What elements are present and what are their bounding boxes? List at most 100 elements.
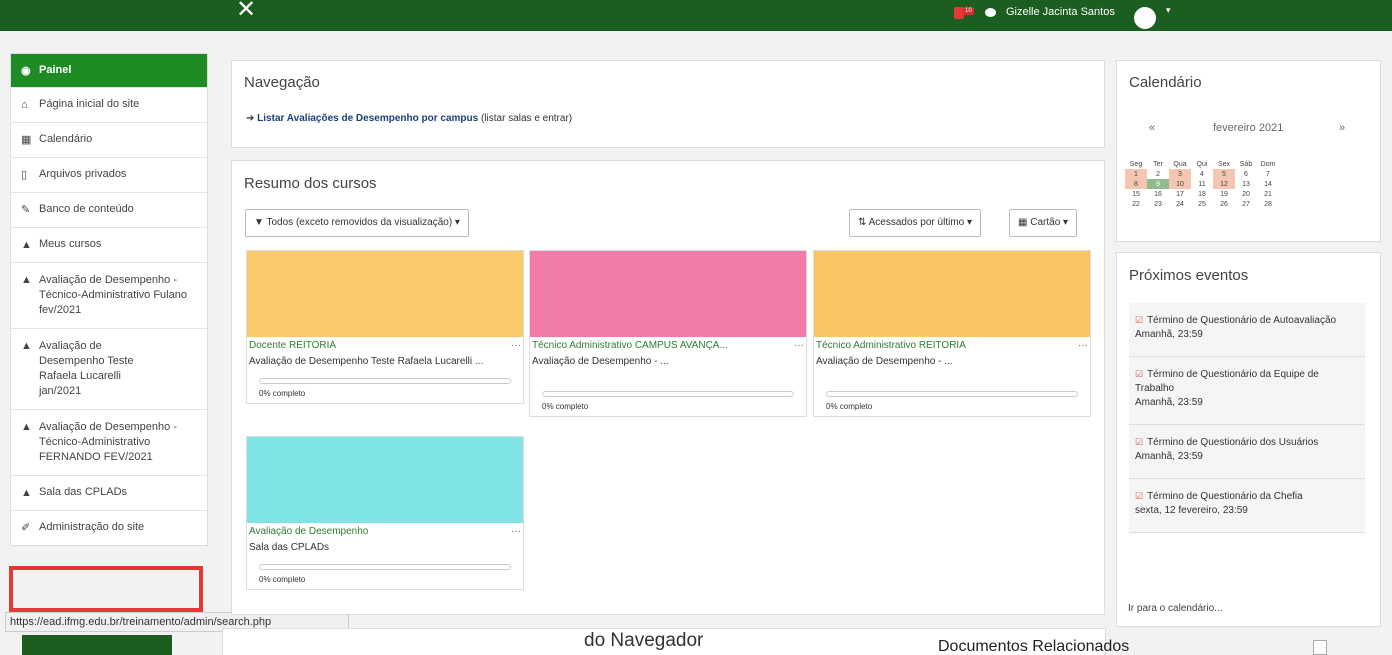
course-category: Técnico Administrativo CAMPUS AVANÇA... — [532, 340, 728, 351]
nav-item-calendar[interactable]: ▦ Calendário — [11, 123, 207, 158]
event-item[interactable]: ☑ Término de Questionário da Chefia sexta… — [1129, 479, 1365, 533]
top-navbar: ✕ 10 Gizelle Jacinta Santos ▾ — [0, 0, 1392, 31]
filter-dropdown[interactable]: ▼ Todos (exceto removidos da visualizaçã… — [245, 209, 469, 237]
event-title[interactable]: Término de Questionário da Chefia — [1147, 491, 1303, 502]
more-icon[interactable]: ··· — [794, 340, 804, 351]
course-card[interactable]: Técnico Administrativo REITORIA ··· Avali… — [813, 250, 1091, 417]
calendar-day[interactable]: 8 — [1125, 179, 1147, 189]
nav-item-content-bank[interactable]: ✎ Banco de conteúdo — [11, 193, 207, 228]
weekday-label: Seg — [1129, 160, 1143, 168]
progress-text: 0% completo — [542, 402, 589, 411]
event-time: Amanhã, 23:59 — [1135, 397, 1203, 408]
link-label[interactable]: Listar Avaliações de Desempenho por camp… — [257, 113, 478, 124]
calendar-day: 20 — [1242, 190, 1250, 198]
sort-dropdown[interactable]: ⇅ Acessados por último ▾ — [849, 209, 982, 237]
calendar-day[interactable]: 10 — [1169, 179, 1191, 189]
chevron-down-icon[interactable]: ▾ — [1166, 5, 1171, 16]
calendar-day: 4 — [1200, 170, 1204, 178]
scrollbar[interactable] — [1313, 640, 1327, 655]
event-time: sexta, 12 fevereiro, 23:59 — [1135, 505, 1248, 516]
more-icon[interactable]: ··· — [1078, 340, 1088, 351]
nav-item-painel[interactable]: ◉ Painel — [11, 54, 207, 88]
course-card[interactable]: Avaliação de Desempenho ··· Sala das CPLA… — [246, 436, 524, 590]
event-item[interactable]: ☑ Término de Questionário dos Usuários Am… — [1129, 425, 1365, 479]
graduation-cap-icon: ▲ — [21, 274, 32, 286]
course-image[interactable] — [247, 437, 523, 523]
calendar-day: 11 — [1198, 180, 1206, 188]
nav-item-course[interactable]: ▲ Sala das CPLADs — [11, 476, 207, 511]
course-image[interactable] — [530, 251, 806, 337]
navigation-link[interactable]: ➔ Listar Avaliações de Desempenho por ca… — [246, 113, 572, 124]
nav-item-label: Sala das CPLADs — [39, 486, 128, 498]
course-name[interactable]: Avaliação de Desempenho - ... — [814, 351, 1090, 372]
calendar-day: 18 — [1198, 190, 1206, 198]
calendar-day: 26 — [1220, 200, 1228, 208]
event-item[interactable]: ☑ Término de Questionário da Equipe de Tr… — [1129, 357, 1365, 425]
sort-label: Acessados por último — [868, 217, 965, 228]
course-name[interactable]: Avaliação de Desempenho Teste Rafaela Lu… — [247, 351, 523, 372]
prev-month-link[interactable]: « — [1149, 122, 1155, 134]
calendar-day: 17 — [1176, 190, 1184, 198]
event-title[interactable]: Término de Questionário da Equipe de Tra… — [1135, 369, 1319, 394]
more-icon[interactable]: ··· — [511, 340, 521, 351]
close-icon[interactable]: ✕ — [236, 0, 256, 22]
weekday-label: Qua — [1173, 160, 1187, 168]
link-icon: ➔ — [246, 113, 255, 124]
view-label: Cartão — [1030, 217, 1061, 228]
nav-item-private-files[interactable]: ▯ Arquivos privados — [11, 158, 207, 193]
course-name[interactable]: Avaliação de Desempenho - ... — [530, 351, 806, 372]
course-image[interactable] — [247, 251, 523, 337]
event-item[interactable]: ☑ Término de Questionário de Autoavaliaçã… — [1129, 303, 1365, 357]
go-to-calendar-link[interactable]: Ir para o calendário... — [1128, 603, 1223, 614]
course-category: Técnico Administrativo REITORIA — [816, 340, 966, 351]
course-card[interactable]: Docente REITORIA ··· Avaliação de Desempe… — [246, 250, 524, 404]
user-name[interactable]: Gizelle Jacinta Santos — [1006, 6, 1115, 18]
course-image[interactable] — [814, 251, 1090, 337]
progress-text: 0% completo — [259, 389, 306, 398]
weekday-label: Ter — [1153, 160, 1163, 168]
avatar[interactable] — [1134, 7, 1156, 29]
nav-item-course[interactable]: ▲ Avaliação de Desempenho - Técnico-Admi… — [11, 263, 207, 329]
wrench-icon: ✐ — [21, 522, 31, 534]
weekday-label: Qui — [1196, 160, 1208, 168]
calendar-day[interactable]: 1 — [1125, 169, 1147, 179]
view-dropdown[interactable]: ▦ Cartão ▾ — [1009, 209, 1078, 237]
notification-count-badge: 10 — [963, 7, 974, 15]
calendar-day[interactable]: 3 — [1169, 169, 1191, 179]
grid-icon: ▦ — [1018, 217, 1031, 228]
block-title: Resumo dos cursos — [244, 175, 377, 192]
nav-item-my-courses[interactable]: ▲ Meus cursos — [11, 228, 207, 263]
graduation-cap-icon: ▲ — [21, 421, 32, 433]
home-icon: ⌂ — [21, 99, 28, 111]
course-card[interactable]: Técnico Administrativo CAMPUS AVANÇA... ·… — [529, 250, 807, 417]
navigation-block: Navegação ➔ Listar Avaliações de Desempe… — [231, 60, 1105, 148]
background-window-bar — [22, 635, 172, 655]
progress-text: 0% completo — [826, 402, 873, 411]
graduation-cap-icon: ▲ — [21, 340, 32, 352]
nav-item-label: Calendário — [39, 133, 93, 145]
nav-item-course[interactable]: ▲ Avaliação de Desempenho - Técnico-Admi… — [11, 410, 207, 476]
nav-item-site-admin[interactable]: ✐ Administração do site — [11, 511, 207, 545]
more-icon[interactable]: ··· — [511, 526, 521, 537]
next-month-link[interactable]: » — [1339, 122, 1345, 134]
related-docs-heading: Documentos Relacionados — [938, 638, 1130, 655]
event-title[interactable]: Término de Questionário de Autoavaliação — [1147, 315, 1336, 326]
course-name[interactable]: Sala das CPLADs — [247, 537, 523, 558]
calendar-day: 15 — [1132, 190, 1140, 198]
nav-item-label: Arquivos privados — [39, 168, 127, 180]
calendar-grid: Seg Ter Qua Qui Sex Sáb Dom 1 2 3 4 5 6 … — [1125, 159, 1279, 209]
calendar-day-today[interactable]: 9 — [1147, 179, 1169, 189]
calendar-day[interactable]: 12 — [1213, 179, 1235, 189]
nav-item-home[interactable]: ⌂ Página inicial do site — [11, 88, 207, 123]
chat-icon[interactable] — [985, 8, 996, 17]
graduation-cap-icon: ▲ — [21, 239, 32, 251]
block-title: Próximos eventos — [1129, 267, 1249, 284]
nav-item-label: Página inicial do site — [39, 98, 140, 110]
event-title[interactable]: Término de Questionário dos Usuários — [1147, 437, 1318, 448]
progress-text: 0% completo — [259, 575, 306, 584]
month-label: fevereiro 2021 — [1213, 122, 1284, 134]
quiz-icon: ☑ — [1135, 437, 1144, 447]
nav-item-course[interactable]: ▲ Avaliação de Desempenho Teste Rafaela … — [11, 329, 207, 410]
calendar-day[interactable]: 5 — [1213, 169, 1235, 179]
nav-item-label: Avaliação de Desempenho - Técnico-Admini… — [39, 421, 177, 463]
